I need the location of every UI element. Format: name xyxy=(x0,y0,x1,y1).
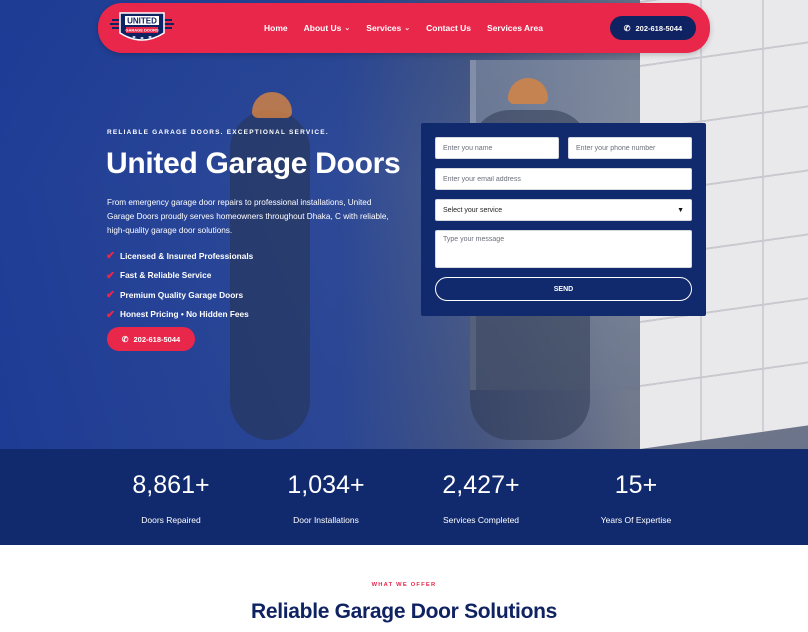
nav-contact-us[interactable]: Contact Us xyxy=(426,23,471,33)
phone-icon: ✆ xyxy=(121,334,129,344)
feature-item: ✔ Honest Pricing • No Hidden Fees xyxy=(106,308,249,321)
nav-services[interactable]: Services ⌄ xyxy=(366,23,410,33)
hero-eyebrow: RELIABLE GARAGE DOORS. EXCEPTIONAL SERVI… xyxy=(107,129,329,136)
stat-value: 15+ xyxy=(614,471,658,499)
feature-item: ✔ Licensed & Insured Professionals xyxy=(106,250,254,263)
phone-input[interactable] xyxy=(568,137,692,159)
stats-band: 8,861+ Doors Repaired 1,034+ Door Instal… xyxy=(0,449,808,545)
navbar: UNITED GARAGE DOORS Home About Us ⌄ Servi… xyxy=(98,3,710,53)
stat-value: 8,861+ xyxy=(132,471,210,499)
company-logo[interactable]: UNITED GARAGE DOORS xyxy=(110,9,174,47)
hero-title: United Garage Doors xyxy=(106,147,401,180)
logo-text-bottom: GARAGE DOORS xyxy=(125,28,159,33)
hero-description: From emergency garage door repairs to pr… xyxy=(107,198,389,236)
stat-value: 1,034+ xyxy=(287,471,365,499)
feature-item: ✔ Premium Quality Garage Doors xyxy=(106,289,244,302)
email-input[interactable] xyxy=(435,168,692,190)
nav-links: Home About Us ⌄ Services ⌄ Contact Us Serv… xyxy=(264,3,559,53)
stat-label: Door Installations xyxy=(293,515,359,525)
check-icon: ✔ xyxy=(106,289,116,302)
contact-form: Select your service ▼ SEND xyxy=(421,123,706,316)
helmet-left xyxy=(252,92,292,118)
check-icon: ✔ xyxy=(106,269,116,282)
check-icon: ✔ xyxy=(106,250,116,263)
feature-item: ✔ Fast & Reliable Service xyxy=(106,269,212,282)
offer-title: Reliable Garage Door Solutions xyxy=(250,600,558,623)
hero-call-button[interactable]: ✆ 202-618-5044 xyxy=(107,327,195,351)
send-button[interactable]: SEND xyxy=(435,277,692,301)
message-textarea[interactable] xyxy=(435,230,692,268)
service-select[interactable]: Select your service ▼ xyxy=(435,199,692,221)
check-icon: ✔ xyxy=(106,308,116,321)
nav-call-button[interactable]: ✆ 202-618-5044 xyxy=(610,16,696,40)
stat-label: Years Of Expertise xyxy=(600,515,672,525)
hero-section: RELIABLE GARAGE DOORS. EXCEPTIONAL SERVI… xyxy=(0,0,808,449)
chevron-down-icon: ⌄ xyxy=(404,25,411,32)
nav-about-us[interactable]: About Us ⌄ xyxy=(304,23,351,33)
feature-list: ✔ Licensed & Insured Professionals ✔ Fast … xyxy=(106,246,253,324)
nav-home[interactable]: Home xyxy=(264,23,288,33)
stat-label: Doors Repaired xyxy=(141,515,201,525)
logo-text-top: UNITED xyxy=(127,17,157,26)
chevron-down-icon: ⌄ xyxy=(344,25,351,32)
phone-icon: ✆ xyxy=(623,23,631,33)
offer-eyebrow: WHAT WE OFFER xyxy=(371,582,437,588)
stat-label: Services Completed xyxy=(442,515,520,525)
name-input[interactable] xyxy=(435,137,559,159)
caret-down-icon: ▼ xyxy=(677,206,684,214)
nav-services-area[interactable]: Services Area xyxy=(487,23,543,33)
stat-value: 2,427+ xyxy=(442,471,520,499)
